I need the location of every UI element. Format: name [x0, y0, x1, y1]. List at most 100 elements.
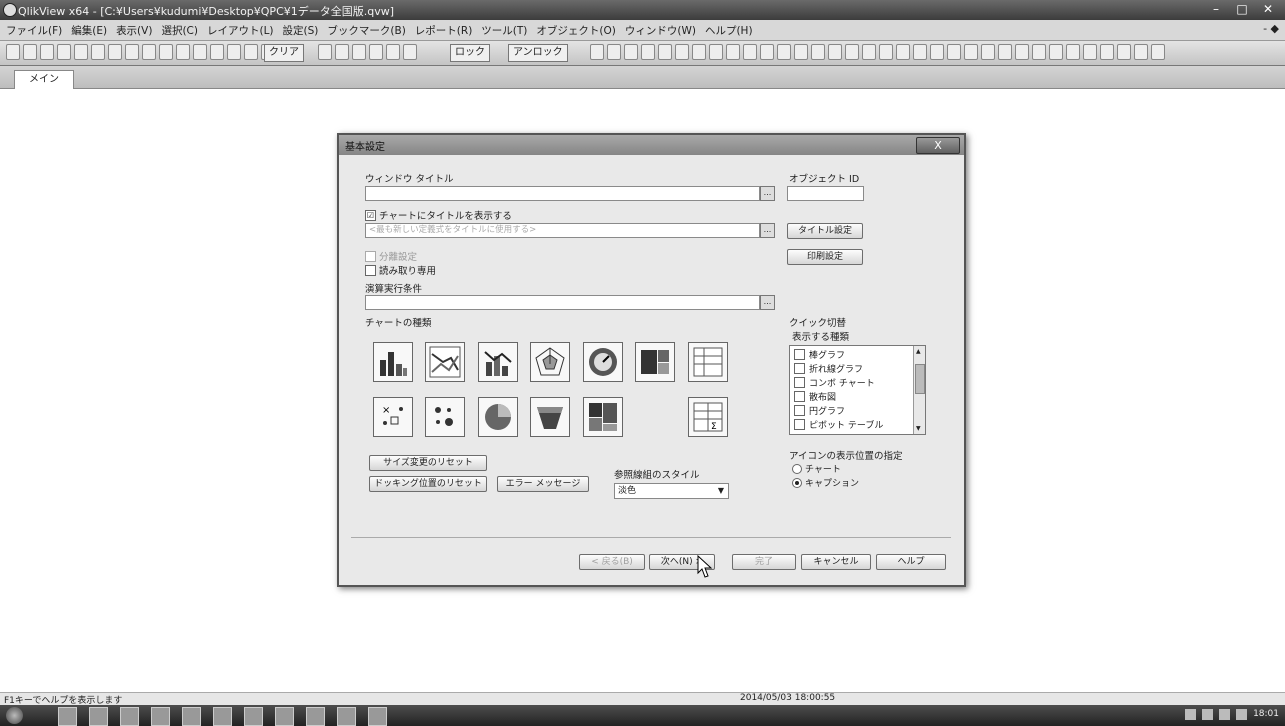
- copy-icon[interactable]: [108, 44, 122, 60]
- quick-type-bar[interactable]: 棒グラフ: [794, 348, 845, 361]
- lock-selection-icon[interactable]: [352, 44, 366, 60]
- tray-icon[interactable]: [1185, 709, 1197, 720]
- save-icon[interactable]: [40, 44, 54, 60]
- print-pdf-icon[interactable]: [74, 44, 88, 60]
- radio-caption-row[interactable]: キャプション: [792, 476, 859, 489]
- combo-chart-type-icon[interactable]: [478, 342, 518, 382]
- font-bold-icon[interactable]: [1083, 44, 1097, 60]
- bookmark-icon[interactable]: [386, 44, 400, 60]
- line-chart-type-icon[interactable]: [425, 342, 465, 382]
- funnel-chart-type-icon[interactable]: [530, 397, 570, 437]
- app-icon[interactable]: [337, 707, 356, 726]
- app-icon[interactable]: [244, 707, 263, 726]
- calendar-icon[interactable]: [828, 44, 842, 60]
- align-middle-icon[interactable]: [998, 44, 1012, 60]
- object-id-input[interactable]: [787, 186, 864, 201]
- space-horizontal-icon[interactable]: [1032, 44, 1046, 60]
- listbox-icon[interactable]: [641, 44, 655, 60]
- statisticsbox-icon[interactable]: [794, 44, 808, 60]
- sheet-properties-icon[interactable]: [624, 44, 638, 60]
- radio-chart[interactable]: [792, 463, 802, 474]
- font-underline-icon[interactable]: [1117, 44, 1131, 60]
- scatter-chart-type-icon[interactable]: ×: [373, 397, 413, 437]
- radio-caption[interactable]: [792, 477, 802, 488]
- tab-main[interactable]: メイン: [14, 70, 74, 89]
- window-title-expression-button[interactable]: ...: [760, 186, 775, 201]
- align-right-icon[interactable]: [964, 44, 978, 60]
- quick-type-pie[interactable]: 円グラフ: [794, 404, 845, 417]
- open-icon[interactable]: [23, 44, 37, 60]
- print-icon[interactable]: [57, 44, 71, 60]
- unlock-button[interactable]: アンロック: [508, 44, 568, 62]
- finish-button[interactable]: 完了: [732, 554, 796, 570]
- menu-settings[interactable]: 設定(S): [283, 23, 319, 38]
- qlikview-taskbar-icon[interactable]: [368, 707, 387, 726]
- align-center-icon[interactable]: [947, 44, 961, 60]
- help-button[interactable]: ヘルプ: [876, 554, 946, 570]
- menu-layout[interactable]: レイアウト(L): [207, 23, 274, 38]
- align-left-icon[interactable]: [930, 44, 944, 60]
- search-icon[interactable]: [176, 44, 190, 60]
- inputbox-icon[interactable]: [709, 44, 723, 60]
- menu-file[interactable]: ファイル(F): [6, 23, 62, 38]
- chrome-icon[interactable]: [275, 707, 294, 726]
- forward-icon[interactable]: [335, 44, 349, 60]
- radio-chart-row[interactable]: チャート: [792, 462, 841, 475]
- custom-object-icon[interactable]: [896, 44, 910, 60]
- align-top-icon[interactable]: [981, 44, 995, 60]
- app-icon[interactable]: [306, 707, 325, 726]
- bookmarkobject-icon[interactable]: [845, 44, 859, 60]
- menu-bookmarks[interactable]: ブックマーク(B): [327, 23, 405, 38]
- menu-selections[interactable]: 選択(C): [161, 23, 198, 38]
- cut-icon[interactable]: [91, 44, 105, 60]
- chart-title-input[interactable]: <最も新しい定義式をタイトルに使用する>: [365, 223, 760, 238]
- pivot-table-type-icon[interactable]: [688, 342, 728, 382]
- word-icon[interactable]: [213, 707, 232, 726]
- detach-checkbox-row[interactable]: 分離設定: [365, 249, 417, 263]
- paste-icon[interactable]: [125, 44, 139, 60]
- fill-color-icon[interactable]: [1151, 44, 1165, 60]
- start-button[interactable]: [6, 707, 23, 724]
- calc-condition-expression-button[interactable]: ...: [760, 295, 775, 310]
- block-chart-type-icon[interactable]: [635, 342, 675, 382]
- app-icon[interactable]: [151, 707, 170, 726]
- explorer-icon[interactable]: [89, 707, 108, 726]
- straight-table-type-icon[interactable]: Σ: [688, 397, 728, 437]
- reload-icon[interactable]: [210, 44, 224, 60]
- reset-docking-button[interactable]: ドッキング位置のリセット: [369, 476, 487, 492]
- chart-icon[interactable]: [692, 44, 706, 60]
- bar-chart-type-icon[interactable]: [373, 342, 413, 382]
- menu-object[interactable]: オブジェクト(O): [536, 23, 615, 38]
- detach-checkbox[interactable]: [365, 250, 376, 262]
- redo-icon[interactable]: [159, 44, 173, 60]
- back-icon[interactable]: [318, 44, 332, 60]
- print-settings-button[interactable]: 印刷設定: [787, 249, 863, 265]
- pie-chart-type-icon[interactable]: [478, 397, 518, 437]
- maximize-button[interactable]: □: [1229, 0, 1255, 18]
- mekko-chart-type-icon[interactable]: [583, 397, 623, 437]
- quick-type-line[interactable]: 折れ線グラフ: [794, 362, 863, 375]
- align-bottom-icon[interactable]: [1015, 44, 1029, 60]
- menu-window[interactable]: ウィンドウ(W): [625, 23, 696, 38]
- tray-icon[interactable]: [1202, 709, 1214, 720]
- slider-icon[interactable]: [811, 44, 825, 60]
- show-title-checkbox[interactable]: ☑: [365, 209, 376, 221]
- show-title-checkbox-row[interactable]: ☑ チャートにタイトルを表示する: [365, 208, 512, 222]
- menu-reports[interactable]: レポート(R): [415, 23, 473, 38]
- chart-title-expression-button[interactable]: ...: [760, 223, 775, 238]
- unlock-selection-icon[interactable]: [369, 44, 383, 60]
- lineobject-icon[interactable]: [760, 44, 774, 60]
- readonly-checkbox[interactable]: [365, 264, 376, 276]
- clear-button[interactable]: クリア: [264, 44, 304, 62]
- font-color-icon[interactable]: [1134, 44, 1148, 60]
- window-title-input[interactable]: [365, 186, 760, 201]
- quick-switch-scrollbar[interactable]: ▲ ▼: [913, 346, 925, 434]
- menu-edit[interactable]: 編集(E): [71, 23, 107, 38]
- media-icon[interactable]: [120, 707, 139, 726]
- mdi-controls[interactable]: - ◆: [1263, 22, 1279, 35]
- quick-type-combo[interactable]: コンボ チャート: [794, 376, 875, 389]
- close-window-button[interactable]: ✕: [1255, 0, 1281, 18]
- format-painter-icon[interactable]: [913, 44, 927, 60]
- menu-help[interactable]: ヘルプ(H): [705, 23, 753, 38]
- back-button[interactable]: < 戻る(B): [579, 554, 645, 570]
